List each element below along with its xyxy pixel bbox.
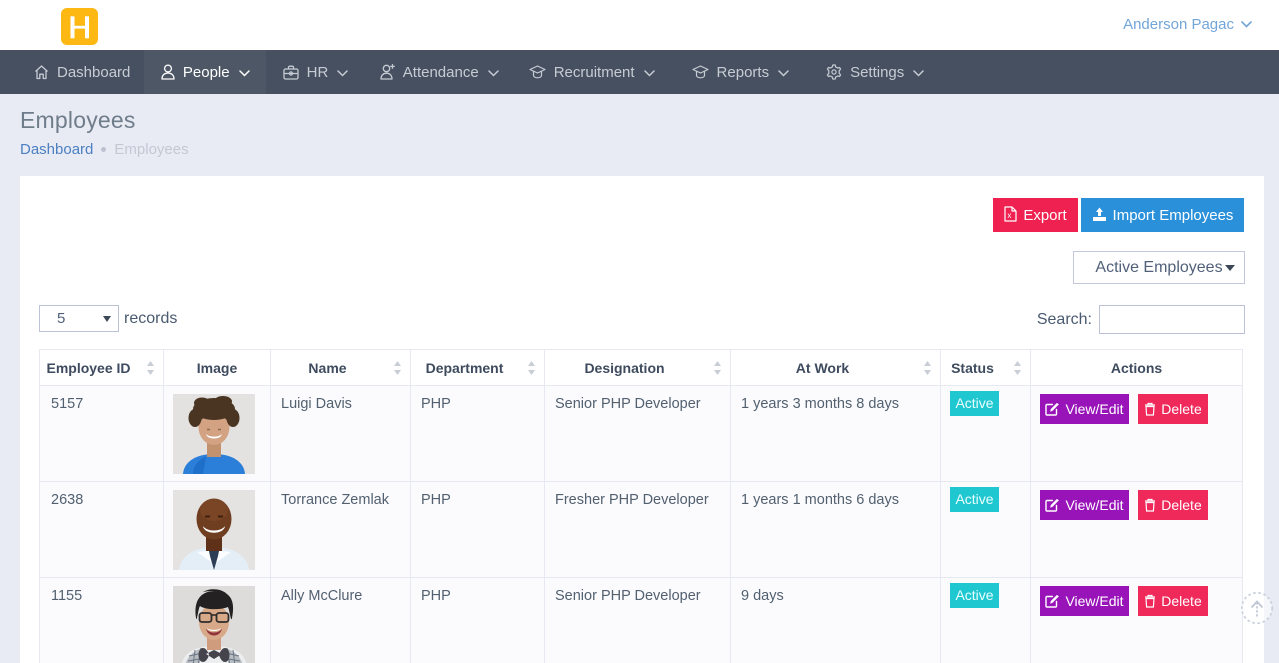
- svg-text:x: x: [1008, 211, 1012, 220]
